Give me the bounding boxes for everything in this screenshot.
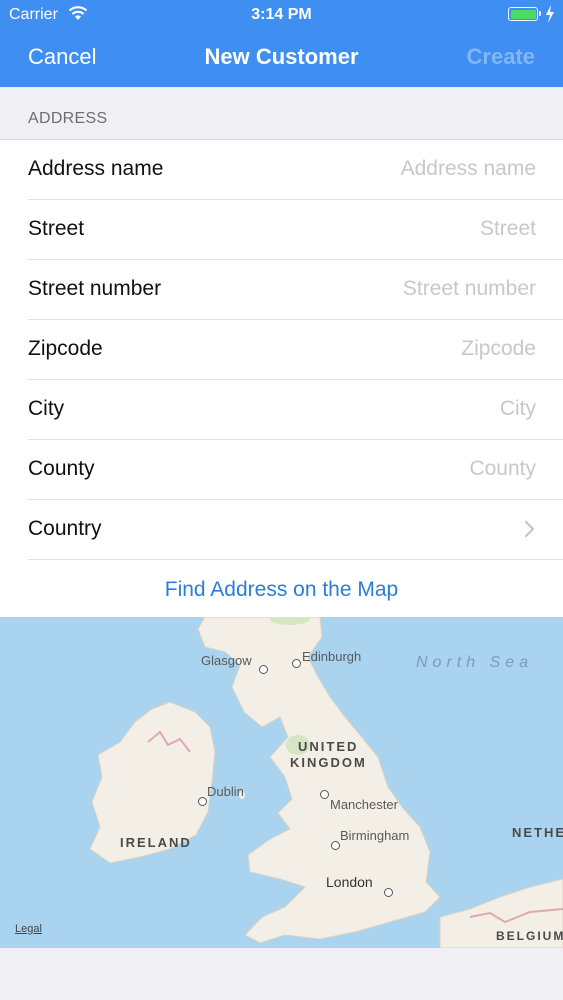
chevron-right-icon [524, 520, 535, 538]
city-marker-icon [292, 659, 301, 668]
map-country-united: UNITED [298, 739, 359, 754]
header-bar: Carrier 3:14 PM Cancel New Customer Crea… [0, 0, 563, 87]
map-city-edinburgh: Edinburgh [302, 649, 362, 664]
map-city-dublin: Dublin [207, 784, 244, 799]
map-city-london: London [326, 874, 373, 890]
country-row[interactable]: Country [28, 500, 563, 560]
address-form: Address name Street Street number Zipcod… [0, 139, 563, 619]
map-city-manchester: Manchester [330, 797, 398, 812]
zipcode-input[interactable] [276, 332, 536, 366]
street-number-row[interactable]: Street number [28, 260, 563, 320]
city-marker-icon [384, 888, 393, 897]
street-number-input[interactable] [276, 272, 536, 306]
map-city-birmingham: Birmingham [340, 828, 410, 843]
county-row[interactable]: County [28, 440, 563, 500]
city-row[interactable]: City [28, 380, 563, 440]
city-label: City [28, 397, 65, 420]
clock-time: 3:14 PM [251, 6, 312, 23]
map-city-glasgow: Glasgow [201, 653, 252, 668]
address-name-input[interactable] [276, 152, 536, 186]
map-country-netherlands: NETHE [512, 825, 563, 840]
battery-icon [508, 7, 541, 21]
map-country-belgium: BELGIUM [496, 929, 563, 943]
address-name-label: Address name [28, 157, 164, 180]
map-sea-label: North Sea [416, 654, 534, 671]
find-address-on-map-button[interactable]: Find Address on the Map [0, 560, 563, 619]
status-bar: Carrier 3:14 PM [0, 0, 563, 30]
address-section-header: ADDRESS [28, 110, 108, 127]
cancel-button[interactable]: Cancel [28, 44, 96, 70]
address-name-row[interactable]: Address name [28, 140, 563, 200]
map-country-kingdom: KINGDOM [290, 755, 367, 770]
navigation-bar: Cancel New Customer Create [0, 30, 563, 87]
street-number-label: Street number [28, 277, 162, 300]
county-label: County [28, 457, 95, 480]
map-country-ireland: IRELAND [120, 835, 192, 850]
city-marker-icon [320, 790, 329, 799]
map-legal-link[interactable]: Legal [15, 923, 42, 935]
street-row[interactable]: Street [28, 200, 563, 260]
country-label: Country [28, 517, 102, 540]
zipcode-label: Zipcode [28, 337, 103, 360]
map-view[interactable]: Glasgow Edinburgh North Sea UNITED KINGD… [0, 617, 563, 948]
street-input[interactable] [276, 212, 536, 246]
city-marker-icon [198, 797, 207, 806]
zipcode-row[interactable]: Zipcode [28, 320, 563, 380]
city-marker-icon [259, 665, 268, 674]
city-input[interactable] [276, 392, 536, 426]
street-label: Street [28, 217, 85, 240]
charging-bolt-icon [546, 5, 554, 23]
create-button[interactable]: Create [467, 44, 535, 70]
city-marker-icon [331, 841, 340, 850]
county-input[interactable] [276, 452, 536, 486]
